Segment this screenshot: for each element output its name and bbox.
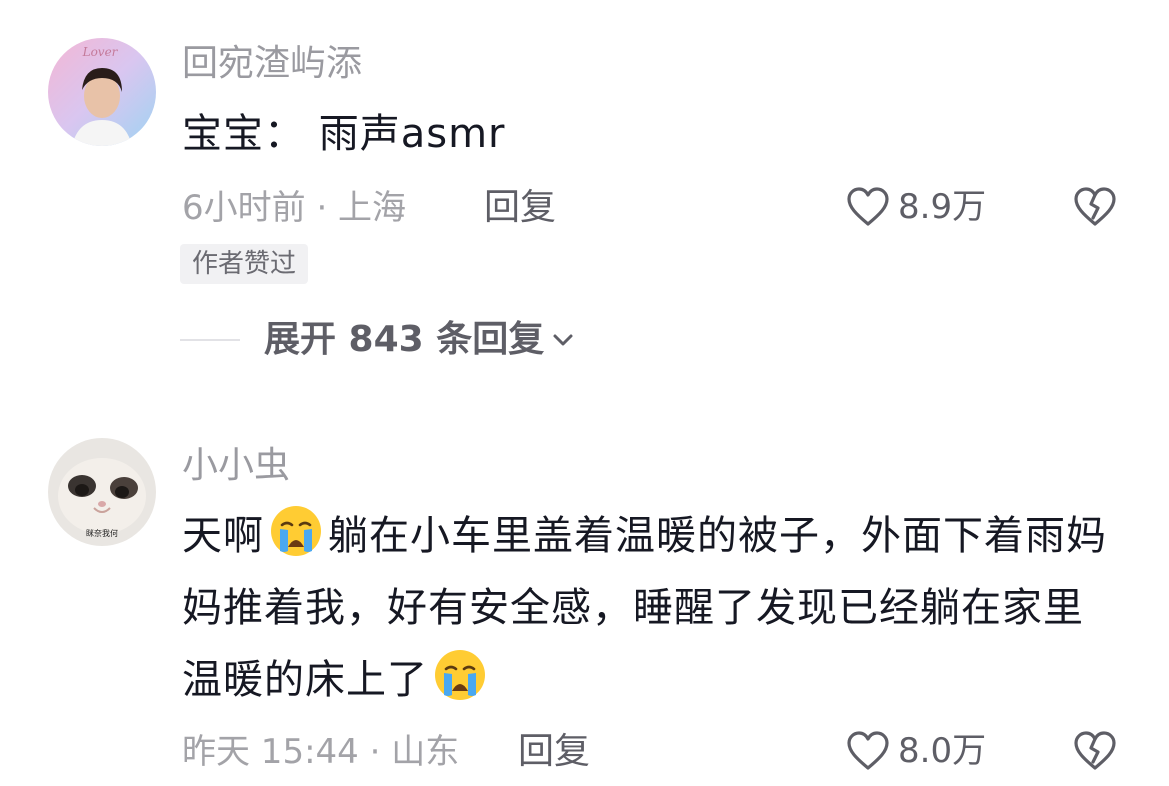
- divider: [180, 339, 240, 341]
- author-liked-badge: 作者赞过: [180, 244, 309, 284]
- broken-heart-icon: [1074, 187, 1116, 226]
- reply-button[interactable]: 回复: [518, 732, 590, 772]
- expand-replies-button[interactable]: 展开 843 条回复: [180, 318, 574, 362]
- like-button[interactable]: 8.9万: [846, 186, 986, 228]
- avatar-caption: 眯奈我何: [86, 528, 118, 538]
- avatar[interactable]: 眯奈我何: [48, 438, 156, 546]
- time-location: 昨天 15:44 · 山东: [182, 732, 460, 772]
- like-button[interactable]: 8.0万: [846, 730, 986, 772]
- comment-text-part: 躺在小车里盖着温暖的被子，外面下着雨妈妈推着我，好有安全感，睡醒了发现已经躺在家…: [182, 513, 1107, 703]
- username[interactable]: 回宛渣屿添: [182, 44, 362, 84]
- comment-text: 天啊 躺在小车里盖着温暖的被子，外面下着雨妈妈推着我，好有安全感，睡醒了发现已经…: [182, 500, 1122, 716]
- comment-text: 宝宝： 雨声asmr: [182, 111, 506, 157]
- dislike-button[interactable]: [1072, 186, 1118, 232]
- crying-face-emoji: [271, 506, 321, 556]
- username[interactable]: 小小虫: [182, 446, 290, 486]
- heart-outline-icon: [847, 187, 889, 226]
- broken-heart-icon: [1074, 731, 1116, 770]
- crying-face-emoji: [435, 650, 485, 700]
- dislike-button[interactable]: [1072, 730, 1118, 776]
- heart-outline-icon: [847, 731, 889, 770]
- reply-button[interactable]: 回复: [484, 188, 556, 228]
- chevron-down-icon: [553, 334, 573, 346]
- like-count: 8.9万: [898, 187, 987, 227]
- avatar-logo-text: Lover: [82, 45, 119, 59]
- comment-text-part: 天啊: [182, 513, 264, 559]
- comment-item: Lover 回宛渣屿添 宝宝： 雨声asmr 6小时前 · 上海 回复 8.9万…: [0, 0, 1169, 380]
- expand-replies-label: 展开 843 条回复: [264, 319, 545, 360]
- avatar[interactable]: Lover: [48, 38, 156, 146]
- like-count: 8.0万: [898, 731, 987, 771]
- time-location: 6小时前 · 上海: [182, 188, 407, 228]
